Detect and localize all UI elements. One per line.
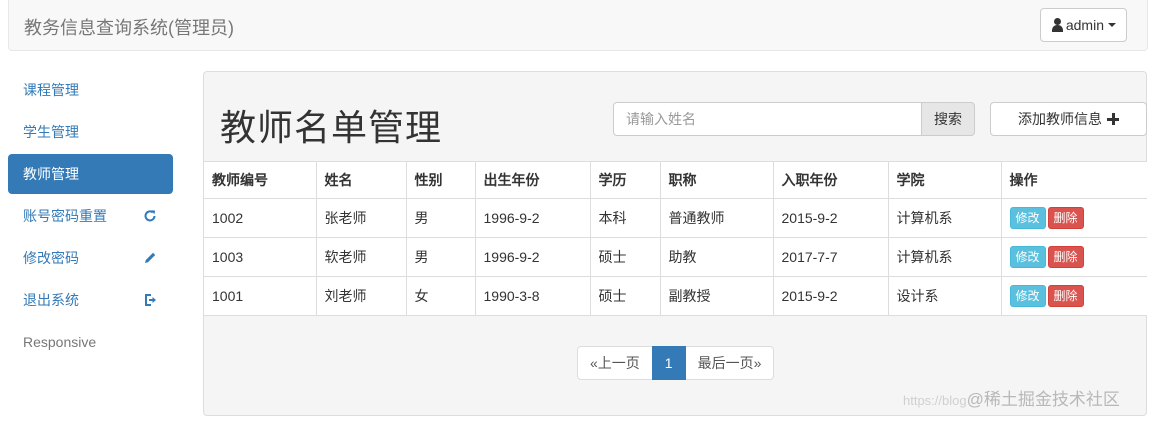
- table-cell: 软老师: [315, 237, 407, 277]
- edit-button[interactable]: 修改: [1009, 246, 1046, 268]
- table-cell: 普通教师: [659, 198, 774, 238]
- edit-button[interactable]: 修改: [1009, 207, 1046, 229]
- table-row: 1003 软老师 男 1996-9-2 硕士 助教 2017-7-7 计算机系 …: [204, 237, 1147, 277]
- edit-button[interactable]: 修改: [1009, 285, 1046, 307]
- refresh-icon: [142, 208, 158, 224]
- top-navbar: 教务信息查询系统(管理员) admin: [8, 0, 1148, 51]
- actions-cell: 修改 删除: [1000, 198, 1147, 238]
- search-group: 搜索: [613, 102, 975, 136]
- sidebar-nav: 课程管理 学生管理 教师管理 账号密码重置 修改密码 退出系统 Responsi…: [8, 70, 173, 364]
- plus-icon: [1107, 113, 1119, 125]
- prev-page-button[interactable]: «上一页: [577, 346, 653, 380]
- teacher-table: 教师编号 姓名 性别 出生年份 学历 职称 入职年份 学院 操作 1002 张老…: [204, 161, 1147, 316]
- actions-cell: 修改 删除: [1000, 276, 1147, 316]
- table-cell: 男: [405, 237, 476, 277]
- table-cell: 硕士: [589, 276, 661, 316]
- table-cell: 2017-7-7: [772, 237, 889, 277]
- column-header: 出生年份: [474, 161, 591, 199]
- table-row: 1001 刘老师 女 1990-3-8 硕士 副教授 2015-9-2 设计系 …: [204, 276, 1147, 316]
- table-cell: 张老师: [315, 198, 407, 238]
- table-cell: 男: [405, 198, 476, 238]
- table-cell: 1002: [204, 198, 317, 238]
- sidebar-item-label: 修改密码: [23, 250, 79, 266]
- table-header-row: 教师编号 姓名 性别 出生年份 学历 职称 入职年份 学院 操作: [204, 161, 1147, 199]
- column-header: 操作: [1000, 161, 1147, 199]
- delete-button[interactable]: 删除: [1047, 285, 1084, 307]
- user-icon: [1051, 18, 1065, 32]
- column-header: 姓名: [315, 161, 407, 199]
- logout-icon: [142, 292, 158, 308]
- column-header: 入职年份: [772, 161, 889, 199]
- sidebar-item-change-password[interactable]: 修改密码: [8, 238, 173, 278]
- sidebar-item-reset-password[interactable]: 账号密码重置: [8, 196, 173, 236]
- caret-down-icon: [1108, 23, 1116, 27]
- table-cell: 1996-9-2: [474, 198, 591, 238]
- sidebar-item-label: 退出系统: [23, 292, 79, 308]
- table-cell: 1003: [204, 237, 317, 277]
- column-header: 教师编号: [204, 161, 317, 199]
- sidebar-item-label: 课程管理: [23, 82, 79, 98]
- table-cell: 2015-9-2: [772, 276, 889, 316]
- table-cell: 硕士: [589, 237, 661, 277]
- table-cell: 副教授: [659, 276, 774, 316]
- sidebar-item-courses[interactable]: 课程管理: [8, 70, 173, 110]
- delete-button[interactable]: 删除: [1047, 246, 1084, 268]
- table-cell: 1001: [204, 276, 317, 316]
- page-title: 教师名单管理: [220, 107, 443, 148]
- sidebar-item-students[interactable]: 学生管理: [8, 112, 173, 152]
- sidebar-item-label: 账号密码重置: [23, 208, 107, 224]
- user-menu-button[interactable]: admin: [1039, 8, 1127, 42]
- delete-button[interactable]: 删除: [1047, 207, 1084, 229]
- table-cell: 女: [405, 276, 476, 316]
- table-cell: 1996-9-2: [474, 237, 591, 277]
- search-button[interactable]: 搜索: [922, 102, 975, 136]
- watermark: https://blog@稀土掘金技术社区: [903, 385, 1120, 410]
- watermark-brand: @稀土掘金技术社区: [966, 390, 1120, 409]
- table-cell: 刘老师: [315, 276, 407, 316]
- sidebar-item-label: 学生管理: [23, 124, 79, 140]
- current-page-button[interactable]: 1: [651, 346, 686, 380]
- sidebar-item-label: Responsive: [23, 334, 97, 350]
- column-header: 性别: [405, 161, 476, 199]
- sidebar-item-logout[interactable]: 退出系统: [8, 280, 173, 320]
- pagination: «上一页 1 最后一页»: [577, 346, 775, 380]
- app-brand[interactable]: 教务信息查询系统(管理员): [24, 14, 234, 40]
- add-teacher-label: 添加教师信息: [1018, 111, 1102, 127]
- add-teacher-button[interactable]: 添加教师信息: [990, 102, 1147, 136]
- last-page-button[interactable]: 最后一页»: [684, 346, 775, 380]
- table-cell: 本科: [589, 198, 661, 238]
- column-header: 学历: [589, 161, 661, 199]
- table-cell: 计算机系: [887, 198, 1002, 238]
- table-cell: 设计系: [887, 276, 1002, 316]
- sidebar-item-teachers[interactable]: 教师管理: [8, 154, 173, 194]
- sidebar-item-label: 教师管理: [23, 166, 79, 182]
- table-cell: 助教: [659, 237, 774, 277]
- table-cell: 1990-3-8: [474, 276, 591, 316]
- main-panel: 教师名单管理 搜索 添加教师信息 教师编号 姓名 性别 出生年份 学历 职称 入…: [203, 71, 1147, 416]
- column-header: 学院: [887, 161, 1002, 199]
- search-input[interactable]: [613, 102, 922, 136]
- table-cell: 计算机系: [887, 237, 1002, 277]
- table-cell: 2015-9-2: [772, 198, 889, 238]
- actions-cell: 修改 删除: [1000, 237, 1147, 277]
- table-row: 1002 张老师 男 1996-9-2 本科 普通教师 2015-9-2 计算机…: [204, 198, 1147, 238]
- pencil-icon: [142, 250, 158, 266]
- sidebar-item-responsive: Responsive: [8, 322, 173, 362]
- user-label: admin: [1065, 17, 1104, 33]
- watermark-url: https://blog: [903, 393, 967, 408]
- column-header: 职称: [659, 161, 774, 199]
